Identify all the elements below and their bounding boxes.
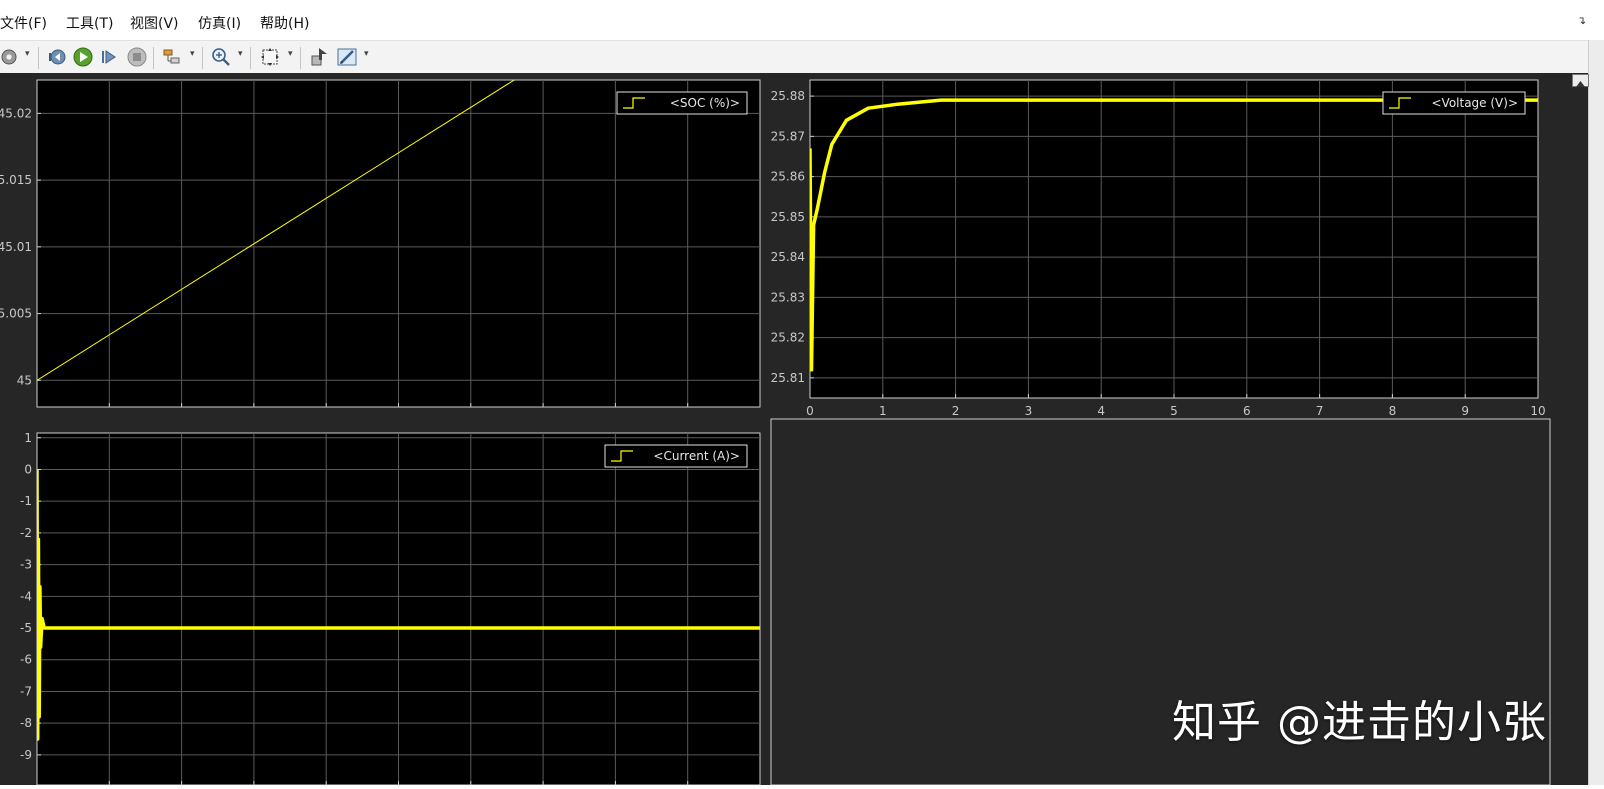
y-tick-label: -1 (20, 494, 32, 508)
toolbar: ▾ ▾ ▾ ▾ ▾ (0, 40, 1588, 74)
menu-view[interactable]: 视图(V) (130, 13, 179, 33)
y-tick-label: 5.005 (0, 307, 32, 321)
y-tick-label: 0 (24, 462, 32, 476)
menu-bar: 文件(F) 工具(T) 视图(V) 仿真(I) 帮助(H) ↴ (0, 0, 1588, 40)
legend-label: <SOC (%)> (670, 96, 740, 110)
y-tick-label: 25.82 (771, 331, 805, 345)
zoom-dropdown-icon[interactable]: ▾ (238, 49, 243, 59)
y-tick-label: -6 (20, 653, 32, 667)
scope-figure: 45 5.005 45.01 5.015 45.02 <SOC (%)> 25.81 25.8… (0, 73, 1588, 786)
stop-icon[interactable] (126, 46, 148, 68)
toolbar-separator (250, 47, 251, 69)
y-tick-label: 25.81 (771, 371, 805, 385)
y-tick-label: 45.01 (0, 240, 32, 254)
y-tick-label: 25.85 (771, 210, 805, 224)
collapse-toolbar-icon[interactable]: ↴ (1577, 14, 1586, 27)
scope-plots: 455.00545.015.01545.02<SOC (%)>25.8125.8… (0, 79, 1551, 786)
menu-help[interactable]: 帮助(H) (260, 13, 309, 33)
x-tick-label: 5 (1170, 404, 1178, 418)
x-tick-label: 0 (806, 404, 814, 418)
y-tick-label: 45 (17, 373, 32, 387)
undock-icon[interactable] (1572, 74, 1589, 87)
y-tick-label: -9 (20, 748, 32, 762)
legend-label: <Voltage (V)> (1431, 96, 1518, 110)
scrollbar[interactable] (1588, 40, 1604, 785)
y-tick-label: -3 (20, 558, 32, 572)
y-tick-label: 25.88 (771, 89, 805, 103)
menu-file[interactable]: 文件(F) (0, 13, 47, 33)
gear-icon[interactable] (0, 46, 22, 68)
toolbar-separator (202, 47, 203, 69)
zoom-icon[interactable] (210, 46, 232, 68)
y-tick-label: 25.86 (771, 170, 805, 184)
highlight-dropdown-icon[interactable]: ▾ (190, 49, 195, 59)
style-dropdown-icon[interactable]: ▾ (364, 49, 369, 59)
toolbar-separator (153, 47, 154, 69)
y-tick-label: -7 (20, 684, 32, 698)
x-tick-label: 4 (1097, 404, 1105, 418)
x-tick-label: 7 (1316, 404, 1324, 418)
toolbar-separator (38, 47, 39, 69)
x-tick-label: 3 (1025, 404, 1033, 418)
legend[interactable]: <SOC (%)> (616, 91, 748, 115)
y-tick-label: 25.87 (771, 129, 805, 143)
watermark: 知乎 @进击的小张 (1172, 697, 1547, 748)
highlight-icon[interactable] (161, 46, 183, 68)
axes-2: 25.81 25.82 25.83 25.84 25.85 25.86 25.87 25.88… (771, 79, 1546, 418)
y-tick-label: 25.83 (771, 290, 805, 304)
y-tick-label: 1 (24, 431, 32, 445)
write-data-icon[interactable] (309, 46, 331, 68)
y-tick-label: -8 (20, 716, 32, 730)
x-tick-label: 8 (1389, 404, 1397, 418)
x-tick-label: 6 (1243, 404, 1251, 418)
y-tick-label: -2 (20, 526, 32, 540)
x-tick-label: 9 (1461, 404, 1469, 418)
gear-dropdown-icon[interactable]: ▾ (25, 49, 30, 59)
style-icon[interactable] (336, 46, 358, 68)
x-tick-label: 1 (879, 404, 887, 418)
step-forward-icon[interactable] (98, 46, 120, 68)
legend[interactable]: <Current (A)> (604, 444, 748, 468)
menu-simulation[interactable]: 仿真(I) (198, 13, 241, 33)
autoscale-icon[interactable] (259, 46, 281, 68)
legend[interactable]: <Voltage (V)> (1382, 91, 1526, 115)
autoscale-dropdown-icon[interactable]: ▾ (288, 49, 293, 59)
y-tick-label: 45.02 (0, 106, 32, 120)
x-tick-label: 10 (1530, 404, 1545, 418)
y-tick-label: 25.84 (771, 250, 805, 264)
y-tick-label: 5.015 (0, 173, 32, 187)
legend-label: <Current (A)> (653, 449, 740, 463)
menu-tools[interactable]: 工具(T) (66, 13, 113, 33)
y-tick-label: -5 (20, 621, 32, 635)
run-icon[interactable] (72, 46, 94, 68)
axes-3: 10-1-2-3-4-5-6-7-8-9012345678910<Current… (20, 431, 761, 786)
y-tick-label: -4 (20, 589, 32, 603)
toolbar-separator (300, 47, 301, 69)
x-tick-label: 2 (952, 404, 960, 418)
axes-1: 45 5.005 45.01 5.015 45.02 <SOC (%)> (0, 79, 761, 408)
step-back-icon[interactable] (46, 46, 68, 68)
